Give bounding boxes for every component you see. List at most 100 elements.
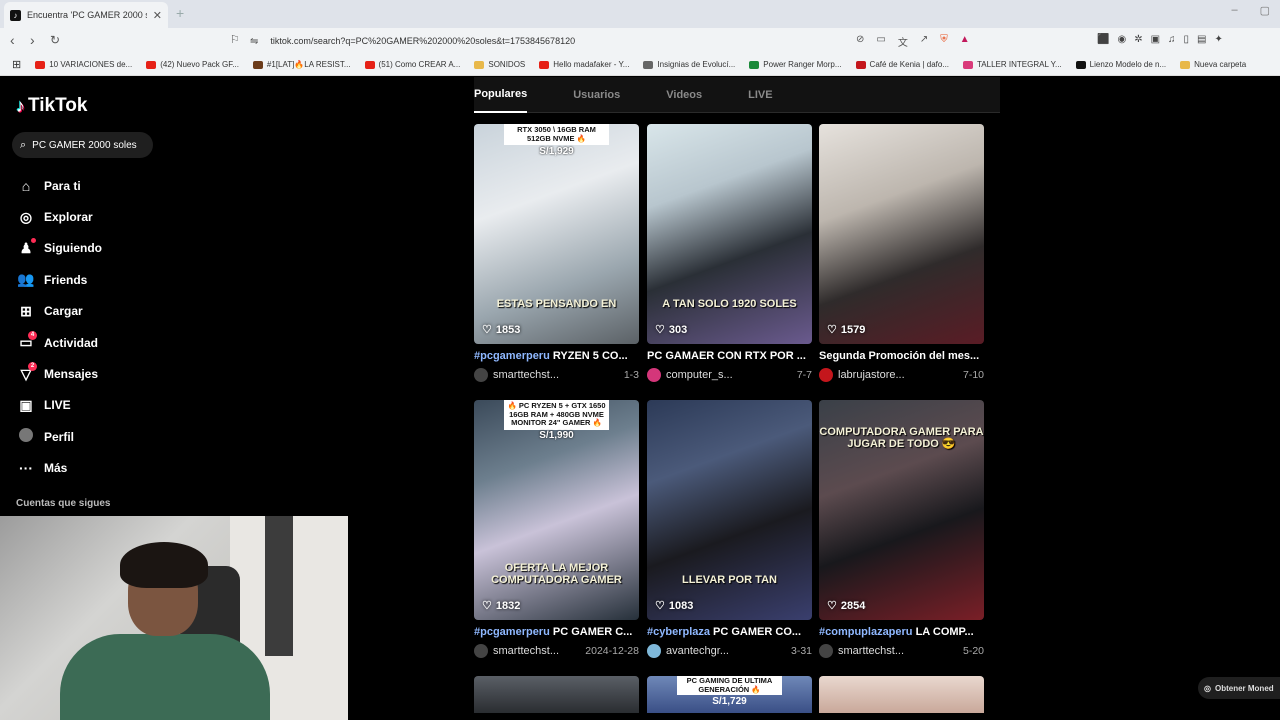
sidebar-item-ms[interactable]: ··· Más [16,453,102,484]
creator-username[interactable]: smarttechst... [493,645,585,657]
video-thumbnail-partial[interactable] [474,676,639,713]
reload-icon[interactable]: ↻ [50,33,60,47]
extension-1-icon[interactable]: ⬛ [1097,34,1109,45]
creator-avatar[interactable] [819,644,833,658]
creator-username[interactable]: smarttechst... [838,645,963,657]
video-thumbnail[interactable]: RTX 3050 \ 16GB RAM 512GB NVME 🔥 S/1,929 E… [474,124,639,344]
bookmark-label: Lienzo Modelo de n... [1089,60,1167,69]
video-thumbnail-partial[interactable]: PC GAMING DE ULTIMA GENERACIÓN 🔥 S/1,729 [647,676,812,713]
bookmark-item[interactable]: (42) Nuevo Pack GF... [146,60,239,69]
tab-populares[interactable]: Populares [474,77,528,113]
share-icon[interactable]: ↗ [920,34,928,49]
video-card[interactable]: A TAN SOLO 1920 SOLES ♡ 303 PC GAMAER CON R… [647,124,812,382]
tab-live[interactable]: LIVE [748,77,772,113]
video-thumbnail-partial[interactable] [819,676,984,713]
video-description[interactable]: Segunda Promoción del mes... [819,350,984,362]
puzzle-icon[interactable]: ✲ [1134,34,1142,45]
translate-icon[interactable]: 文 [898,34,908,49]
leo-icon[interactable]: ✦ [1215,34,1223,45]
sidebar-item-siguiendo[interactable]: ♟ Siguiendo [16,233,102,264]
like-count: ♡ 1832 [482,599,520,613]
sidebar-item-mensajes[interactable]: ▽ 2 Mensajes [16,358,102,389]
video-thumbnail[interactable]: COMPUTADORA GAMER PARA JUGAR DE TODO 😎 ♡ 2… [819,400,984,620]
sidebar-item-explorar[interactable]: ◎ Explorar [16,201,102,232]
video-thumbnail[interactable]: ♡ 1579 [819,124,984,344]
video-description[interactable]: #cyberplaza PC GAMER CO... [647,626,812,638]
tab-usuarios[interactable]: Usuarios [573,77,620,113]
bookmark-item[interactable]: Power Ranger Morp... [749,60,842,69]
sidebar-item-live[interactable]: ▣ LIVE [16,390,102,421]
video-thumbnail[interactable]: 🔥 PC RYZEN 5 + GTX 1650 16GB RAM + 480GB… [474,400,639,620]
extension-2-icon[interactable]: ◉ [1117,34,1126,45]
tiktok-logo[interactable]: ♪ TikTok [16,95,87,117]
video-card[interactable]: RTX 3050 \ 16GB RAM 512GB NVME 🔥 S/1,929 E… [474,124,639,382]
video-thumbnail[interactable]: A TAN SOLO 1920 SOLES ♡ 303 [647,124,812,344]
bookmark-item[interactable]: Hello madafaker - Y... [539,60,629,69]
music-icon[interactable]: ♫ [1168,34,1176,45]
bookmark-item[interactable]: SONIDOS [474,60,525,69]
maximize-icon[interactable]: ▢ [1260,4,1270,17]
video-description[interactable]: PC GAMAER CON RTX POR ... [647,350,812,362]
forward-icon[interactable]: › [30,32,35,48]
hashtag-link[interactable]: #compuplazaperu [819,626,913,638]
hashtag-link[interactable]: #cyberplaza [647,626,710,638]
sidebar-item-label: LIVE [44,398,71,413]
rewards-icon[interactable]: ▲ [960,34,970,49]
bookmark-item[interactable]: Café de Kenia | dafo... [855,60,949,69]
sidebar-item-cargar[interactable]: ⊞ Cargar [16,296,102,327]
video-card[interactable]: LLEVAR POR TAN ♡ 1083 #cyberplaza PC GAMER … [647,400,812,658]
creator-avatar[interactable] [474,644,488,658]
video-card[interactable]: 🔥 PC RYZEN 5 + GTX 1650 16GB RAM + 480GB… [474,400,639,658]
extension-3-icon[interactable]: ▣ [1151,34,1160,45]
get-coins-button[interactable]: ◎ Obtener Moned [1198,677,1280,699]
back-icon[interactable]: ‹ [10,32,15,48]
sidebar-item-actividad[interactable]: ▭ 4 Actividad [16,327,102,358]
search-input[interactable]: ⌕ PC GAMER 2000 soles [12,132,153,158]
bookmark-item[interactable]: #1[LAT]🔥LA RESIST... [252,60,351,69]
address-bar: ‹ › ↻ ⚐ ⇋ tiktok.com/search?q=PC%20GAMER… [0,28,1280,54]
sidebar-item-perfil[interactable]: Perfil [16,421,102,452]
new-tab-icon[interactable]: + [176,5,184,21]
bookmark-item[interactable]: Nueva carpeta [1180,60,1246,69]
sidebar-icon[interactable]: ▯ [1184,34,1190,45]
sidebar-item-friends[interactable]: 👥 Friends [16,264,102,295]
creator-avatar[interactable] [474,368,488,382]
video-meta: computer_s... 7-7 [647,368,812,382]
creator-avatar[interactable] [647,644,661,658]
video-description[interactable]: #pcgamerperu RYZEN 5 CO... [474,350,639,362]
tiktok-page: ♪ TikTok ⌕ PC GAMER 2000 soles ⌂ Para ti ◎… [0,77,1280,720]
creator-username[interactable]: avantechgr... [666,645,791,657]
no-eye-icon[interactable]: ⊘ [856,34,864,49]
apps-grid-icon[interactable]: ⊞ [12,58,21,71]
sidebar-item-parati[interactable]: ⌂ Para ti [16,170,102,201]
creator-avatar[interactable] [647,368,661,382]
minimize-icon[interactable]: – [1231,4,1237,17]
brave-shield-icon[interactable]: ⛨ [940,34,948,49]
bookmark-icon[interactable]: ⚐ [230,33,240,46]
close-tab-icon[interactable]: ✕ [153,9,162,22]
creator-username[interactable]: smarttechst... [493,369,624,381]
like-count-value: 1083 [668,599,694,612]
bookmark-item[interactable]: TALLER INTEGRAL Y... [963,60,1062,69]
thumbnail-caption: OFERTA LA MEJOR COMPUTADORA GAMER [491,561,622,586]
bookmark-item[interactable]: Lienzo Modelo de n... [1075,60,1167,69]
video-description[interactable]: #pcgamerperu PC GAMER C... [474,626,639,638]
bookmark-item[interactable]: 10 VARIACIONES de... [35,60,132,69]
video-card[interactable]: COMPUTADORA GAMER PARA JUGAR DE TODO 😎 ♡ 2… [819,400,984,658]
video-card[interactable]: ♡ 1579 Segunda Promoción del mes... labruja… [819,124,984,382]
bookmark-favicon-icon [146,60,157,69]
hashtag-link[interactable]: #pcgamerperu [474,350,550,362]
hashtag-link[interactable]: #pcgamerperu [474,626,550,638]
bookmark-item[interactable]: Insignias de Evolucí... [643,60,735,69]
creator-username[interactable]: computer_s... [666,369,797,381]
bookmark-item[interactable]: (51) Como CREAR A... [364,60,460,69]
wallet-icon[interactable]: ▤ [1197,34,1206,45]
video-thumbnail[interactable]: LLEVAR POR TAN ♡ 1083 [647,400,812,620]
creator-username[interactable]: labrujastore... [838,369,963,381]
browser-tab[interactable]: ♪ Encuentra 'PC GAMER 2000 sole ✕ [4,2,168,28]
site-info-icon[interactable]: ⇋ [250,36,258,47]
video-description[interactable]: #compuplazaperu LA COMP... [819,626,984,638]
tab-videos[interactable]: Videos [666,77,702,113]
screen-icon[interactable]: ▭ [876,34,885,49]
creator-avatar[interactable] [819,368,833,382]
